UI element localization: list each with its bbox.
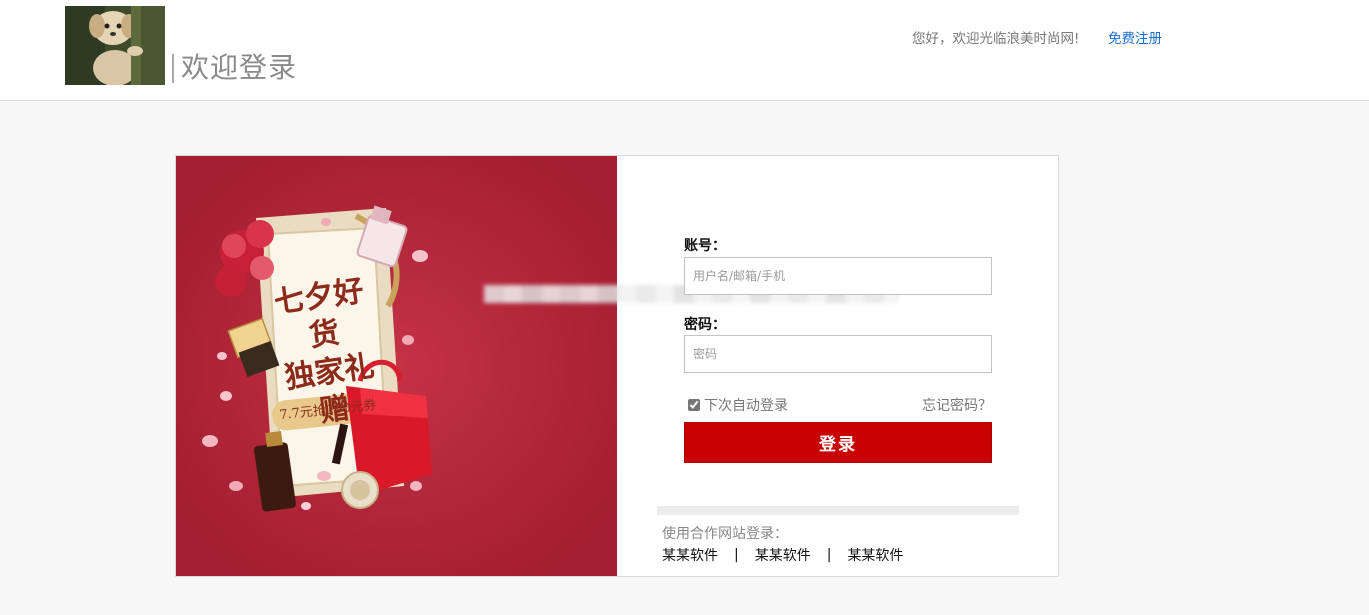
remember-me[interactable]: 下次自动登录 [688,395,788,415]
logo-image[interactable] [65,6,165,85]
divider [657,506,1019,515]
password-input[interactable] [684,335,992,373]
remember-me-label: 下次自动登录 [704,398,788,414]
promo-banner: 七夕好货 独家礼赠 7.7元抢100元券 [176,156,617,576]
register-link[interactable]: 免费注册 [1108,30,1162,48]
partner-separator: | [734,547,739,563]
partner-login-title: 使用合作网站登录： [662,526,788,542]
page-title: 欢迎登录 [181,51,298,84]
forgot-password-link[interactable]: 忘记密码？ [922,395,992,415]
partner-link-2[interactable]: 某某软件 [755,545,811,565]
account-input[interactable] [684,257,992,295]
account-label: 账号： [684,238,726,254]
password-label: 密码： [684,317,726,333]
partner-links: 某某软件 | 某某软件 | 某某软件 [662,545,903,565]
login-box: 七夕好货 独家礼赠 7.7元抢100元券 账号： 密码： 下次自动登录 忘记密码… [175,155,1059,577]
puppy-photo-icon [65,6,165,85]
remember-me-checkbox[interactable] [688,399,700,411]
page-header: 欢迎登录 您好，欢迎光临浪美时尚网! 免费注册 [0,0,1369,101]
partner-link-3[interactable]: 某某软件 [847,545,903,565]
partner-link-1[interactable]: 某某软件 [662,545,718,565]
greeting-text: 您好，欢迎光临浪美时尚网! [912,31,1080,47]
login-button[interactable]: 登录 [684,422,992,463]
login-form: 账号： 密码： 下次自动登录 忘记密码？ 登录 使用合作网站登录： 某某软件 |… [484,156,1058,576]
partner-separator: | [826,547,832,563]
title-divider [172,54,174,83]
gift-collage-illustration [176,156,617,576]
